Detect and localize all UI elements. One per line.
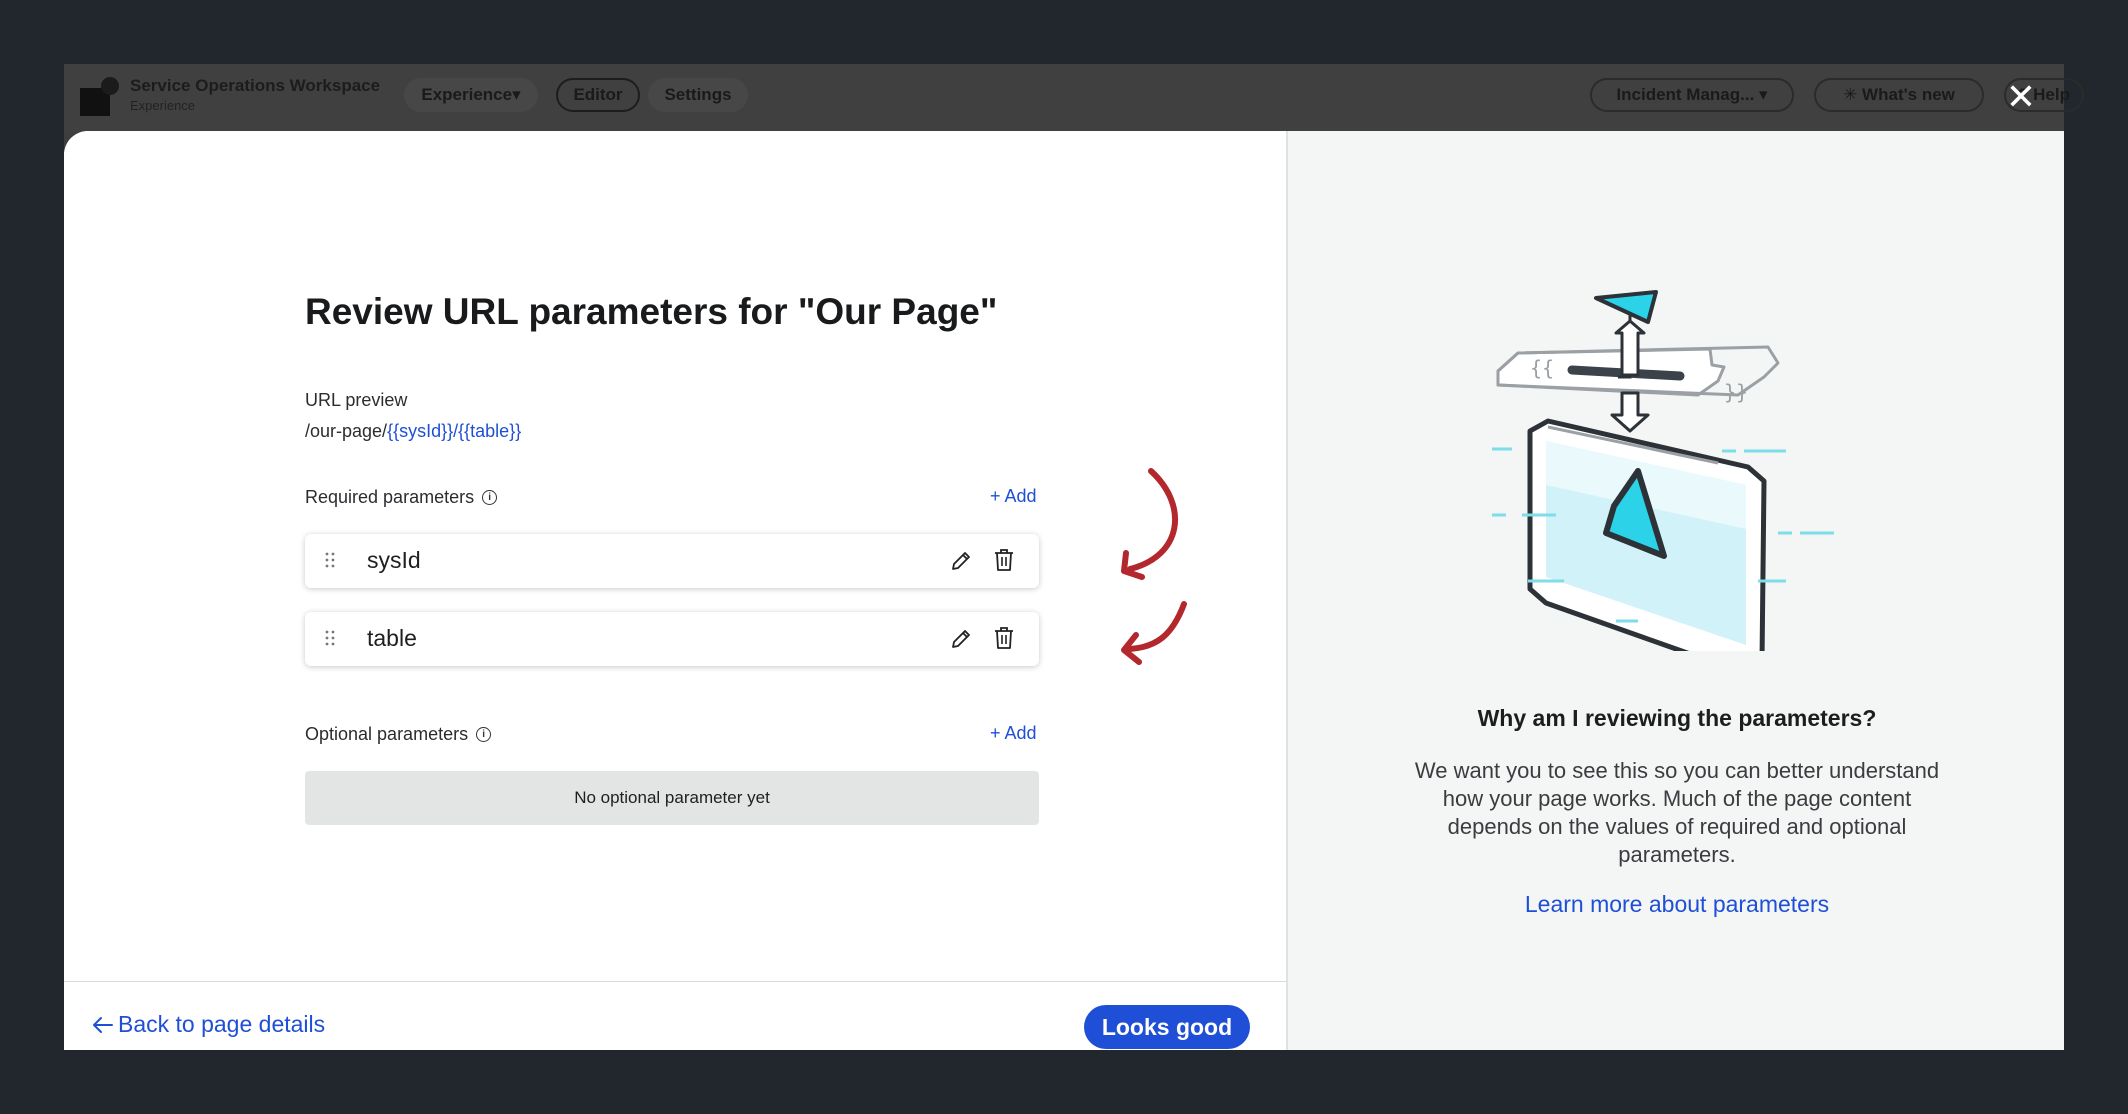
app-header: Service Operations Workspace Experience … bbox=[64, 64, 2084, 132]
pencil-icon[interactable] bbox=[949, 627, 973, 651]
close-icon[interactable]: ✕ bbox=[2004, 79, 2038, 115]
optional-parameters-label: Optional parameters i bbox=[305, 724, 492, 745]
side-panel-body: We want you to see this so you can bette… bbox=[1414, 758, 1940, 867]
url-preview-value: /our-page/{{sysId}}/{{table}} bbox=[305, 421, 521, 442]
optional-parameters-empty-state: No optional parameter yet bbox=[305, 771, 1039, 825]
annotation-arrows-icon bbox=[1121, 468, 1187, 665]
arrow-left-icon bbox=[93, 1016, 113, 1033]
parameter-name: table bbox=[367, 625, 417, 651]
info-side-panel: {{ }} Why am I reviewing the parameters?… bbox=[1286, 131, 2064, 1050]
info-icon[interactable]: i bbox=[482, 490, 498, 505]
required-parameters-label: Required parameters i bbox=[305, 487, 498, 508]
learn-more-parameters-link[interactable]: Learn more about parameters bbox=[1288, 891, 2064, 918]
experience-menu[interactable]: Experience▾ bbox=[404, 78, 538, 112]
brace-glyph: {{ bbox=[1530, 356, 1554, 380]
incident-menu[interactable]: Incident Manag... ▾ bbox=[1590, 78, 1794, 112]
app-subtitle: Experience bbox=[130, 98, 196, 113]
app-title: Service Operations Workspace bbox=[130, 76, 381, 95]
review-parameters-modal: Review URL parameters for "Our Page" URL… bbox=[64, 131, 2064, 1050]
url-token-table: {{table}} bbox=[458, 421, 522, 441]
trash-icon[interactable] bbox=[993, 548, 1015, 572]
looks-good-button[interactable]: Looks good bbox=[1084, 1005, 1250, 1049]
info-icon[interactable]: i bbox=[476, 727, 492, 742]
tab-editor[interactable]: Editor bbox=[556, 78, 640, 112]
optional-label-text: Optional parameters bbox=[305, 724, 469, 744]
url-token-sysid: {{sysId}} bbox=[387, 421, 454, 441]
drag-handle-icon[interactable] bbox=[325, 630, 335, 646]
url-preview-label: URL preview bbox=[305, 390, 408, 410]
parameter-name: sysId bbox=[367, 547, 421, 573]
required-label-text: Required parameters bbox=[305, 487, 475, 507]
brace-glyph: }} bbox=[1724, 380, 1748, 404]
add-optional-parameter-button[interactable]: + Add bbox=[990, 723, 1037, 744]
trash-icon[interactable] bbox=[993, 626, 1015, 650]
pencil-icon[interactable] bbox=[949, 549, 973, 573]
url-parameters-illustration-icon: {{ }} bbox=[1492, 290, 1834, 651]
side-panel-title: Why am I reviewing the parameters? bbox=[1477, 705, 1877, 731]
back-to-page-details-link[interactable]: Back to page details bbox=[92, 1011, 325, 1038]
required-parameter-row[interactable]: table bbox=[305, 612, 1039, 666]
add-required-parameter-button[interactable]: + Add bbox=[990, 486, 1037, 507]
required-parameter-row[interactable]: sysId bbox=[305, 534, 1039, 588]
whats-new-button[interactable]: ✳ What's new bbox=[1814, 78, 1984, 112]
drag-handle-icon[interactable] bbox=[325, 552, 335, 568]
tab-settings[interactable]: Settings bbox=[648, 78, 748, 112]
footer-divider bbox=[64, 981, 1286, 982]
back-link-label: Back to page details bbox=[118, 1011, 326, 1037]
workspace-logo-icon bbox=[80, 77, 119, 116]
page-title: Review URL parameters for "Our Page" bbox=[305, 291, 998, 332]
parameters-pane: Review URL parameters for "Our Page" URL… bbox=[64, 131, 1286, 1050]
url-prefix: /our-page/ bbox=[305, 421, 388, 441]
